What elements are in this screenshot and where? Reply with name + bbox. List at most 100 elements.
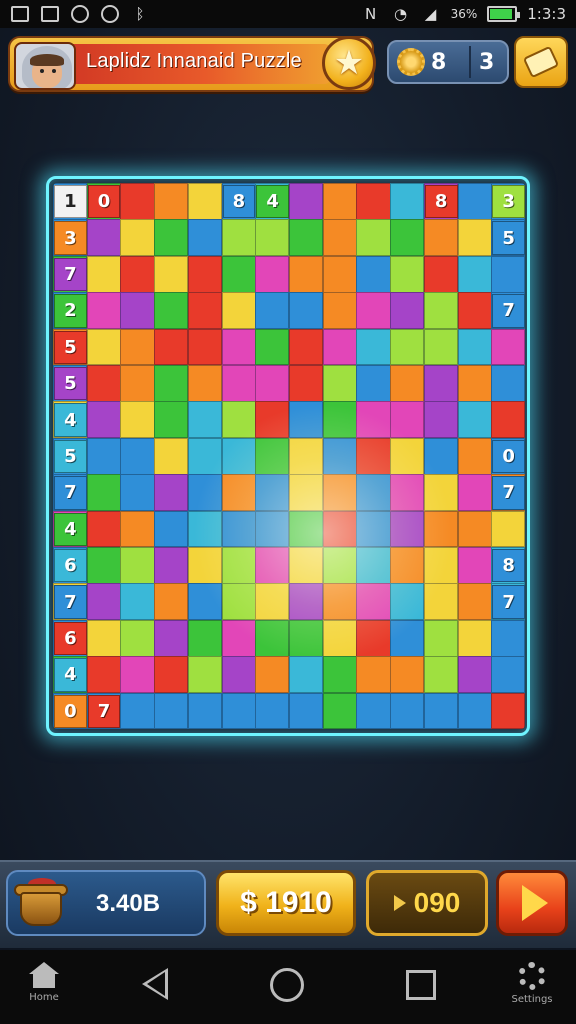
puzzle-piece[interactable] [289, 474, 324, 512]
puzzle-piece[interactable] [390, 365, 425, 402]
puzzle-piece[interactable] [390, 255, 425, 293]
puzzle-piece[interactable] [356, 401, 391, 439]
puzzle-piece[interactable] [86, 292, 121, 330]
puzzle-piece[interactable] [86, 401, 121, 439]
puzzle-piece[interactable] [187, 219, 223, 257]
puzzle-piece[interactable] [457, 401, 492, 439]
puzzle-piece[interactable] [187, 583, 223, 621]
right-clue-number[interactable]: 5 [492, 221, 525, 255]
puzzle-piece[interactable] [457, 692, 492, 729]
puzzle-piece[interactable] [187, 328, 223, 366]
puzzle-piece[interactable] [255, 292, 290, 330]
puzzle-piece[interactable] [255, 401, 290, 439]
puzzle-piece[interactable] [221, 292, 256, 330]
puzzle-piece[interactable] [154, 219, 189, 257]
puzzle-piece[interactable] [221, 437, 256, 475]
puzzle-piece[interactable] [322, 619, 357, 657]
puzzle-piece[interactable] [457, 328, 492, 366]
puzzle-piece[interactable] [86, 510, 121, 548]
gold-button[interactable]: $ 1910 [216, 870, 356, 936]
nav-settings-button[interactable]: Settings [510, 962, 554, 1005]
left-clue-number[interactable]: 6 [54, 621, 87, 656]
puzzle-piece[interactable] [221, 328, 256, 366]
puzzle-piece[interactable] [356, 547, 391, 584]
puzzle-piece[interactable] [221, 656, 256, 694]
puzzle-piece[interactable] [120, 547, 155, 584]
puzzle-piece[interactable] [187, 255, 223, 293]
left-clue-number[interactable]: 4 [54, 403, 87, 437]
puzzle-piece[interactable] [322, 292, 357, 330]
puzzle-piece[interactable] [457, 583, 492, 621]
puzzle-piece[interactable] [221, 619, 256, 657]
puzzle-piece[interactable] [423, 692, 459, 729]
puzzle-piece[interactable] [154, 547, 189, 584]
puzzle-piece[interactable] [356, 255, 391, 293]
puzzle-piece[interactable] [289, 510, 324, 548]
puzzle-piece[interactable] [491, 365, 525, 402]
puzzle-piece[interactable] [322, 692, 357, 729]
puzzle-piece[interactable] [356, 474, 391, 512]
right-clue-number[interactable]: 7 [492, 294, 525, 328]
puzzle-piece[interactable] [289, 692, 324, 729]
puzzle-piece[interactable] [86, 547, 121, 584]
puzzle-piece[interactable] [491, 656, 525, 694]
puzzle-piece[interactable] [491, 328, 525, 366]
puzzle-piece[interactable] [423, 656, 459, 694]
puzzle-piece[interactable] [390, 510, 425, 548]
puzzle-piece[interactable] [120, 692, 155, 729]
puzzle-piece[interactable] [255, 328, 290, 366]
puzzle-piece[interactable] [120, 510, 155, 548]
puzzle-piece[interactable] [154, 583, 189, 621]
puzzle-piece[interactable] [423, 255, 459, 293]
puzzle-piece[interactable] [221, 401, 256, 439]
puzzle-piece[interactable] [154, 183, 189, 220]
left-clue-number[interactable]: 5 [54, 367, 87, 401]
puzzle-piece[interactable] [356, 692, 391, 729]
puzzle-board[interactable]: 137255457467640084835707877 [53, 183, 525, 729]
puzzle-piece[interactable] [187, 183, 223, 220]
right-clue-number[interactable]: 7 [492, 585, 525, 619]
puzzle-piece[interactable] [491, 619, 525, 657]
top-clue-number[interactable]: 8 [222, 185, 256, 219]
puzzle-piece[interactable] [356, 437, 391, 475]
puzzle-piece[interactable] [390, 692, 425, 729]
puzzle-piece[interactable] [423, 401, 459, 439]
nav-home-button[interactable]: Home [22, 962, 66, 1003]
puzzle-piece[interactable] [457, 656, 492, 694]
puzzle-piece[interactable] [154, 474, 189, 512]
puzzle-piece[interactable] [187, 474, 223, 512]
right-clue-number[interactable]: 8 [492, 549, 525, 583]
puzzle-piece[interactable] [356, 583, 391, 621]
puzzle-piece[interactable] [289, 619, 324, 657]
left-clue-number[interactable]: 5 [54, 439, 87, 474]
puzzle-piece[interactable] [255, 510, 290, 548]
puzzle-piece[interactable] [356, 510, 391, 548]
puzzle-piece[interactable] [221, 510, 256, 548]
puzzle-piece[interactable] [221, 255, 256, 293]
puzzle-piece[interactable] [154, 656, 189, 694]
clue-number[interactable]: 7 [87, 694, 121, 728]
recent-apps-icon[interactable] [406, 970, 436, 1000]
puzzle-piece[interactable] [120, 292, 155, 330]
puzzle-piece[interactable] [221, 583, 256, 621]
puzzle-piece[interactable] [457, 219, 492, 257]
puzzle-piece[interactable] [423, 365, 459, 402]
puzzle-piece[interactable] [322, 219, 357, 257]
puzzle-piece[interactable] [255, 474, 290, 512]
right-clue-number[interactable]: 7 [492, 476, 525, 510]
puzzle-piece[interactable] [322, 583, 357, 621]
puzzle-piece[interactable] [120, 583, 155, 621]
puzzle-piece[interactable] [423, 619, 459, 657]
puzzle-piece[interactable] [187, 510, 223, 548]
puzzle-piece[interactable] [289, 583, 324, 621]
puzzle-piece[interactable] [154, 692, 189, 729]
puzzle-piece[interactable] [154, 328, 189, 366]
puzzle-piece[interactable] [120, 619, 155, 657]
puzzle-piece[interactable] [390, 219, 425, 257]
puzzle-piece[interactable] [255, 619, 290, 657]
puzzle-piece[interactable] [154, 619, 189, 657]
puzzle-piece[interactable] [322, 474, 357, 512]
left-clue-number[interactable]: 2 [54, 294, 87, 328]
puzzle-piece[interactable] [187, 365, 223, 402]
puzzle-piece[interactable] [255, 547, 290, 584]
